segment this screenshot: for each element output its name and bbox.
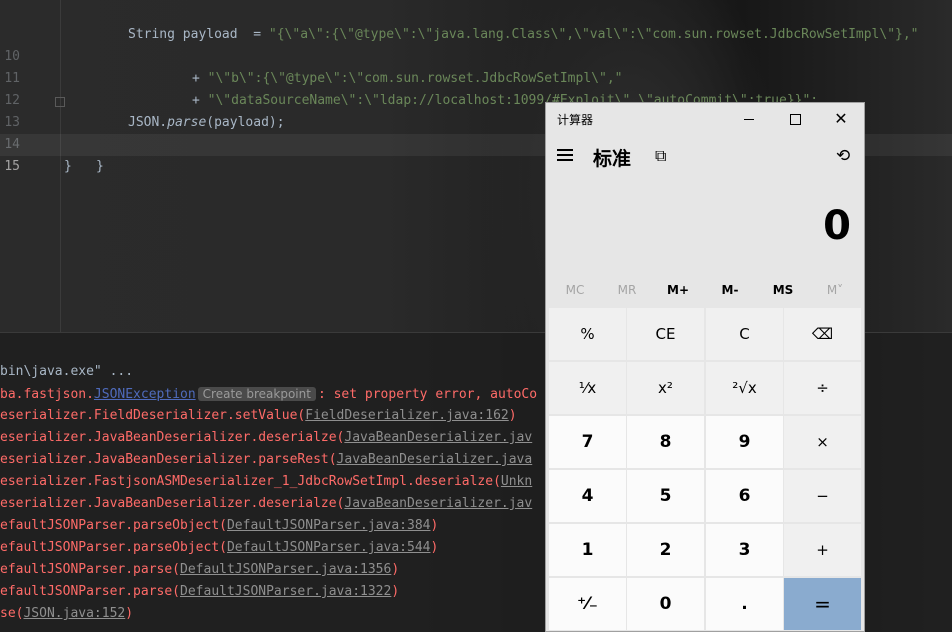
code-line[interactable]: 11 + "\"dataSourceName\":\"ldap://localh… <box>0 46 952 108</box>
clear-entry-button[interactable]: CE <box>627 308 704 360</box>
divide-button[interactable]: ÷ <box>784 362 861 414</box>
memory-subtract-button[interactable]: M- <box>704 279 756 301</box>
stack-frame: eserializer.JavaBeanDeserializer.parseRe… <box>0 449 532 471</box>
frame-link[interactable]: DefaultJSONParser.java:384 <box>227 518 431 533</box>
frame-link[interactable]: DefaultJSONParser.java:544 <box>227 540 431 555</box>
menu-icon[interactable] <box>557 149 573 163</box>
console-exception-line: ba.fastjson.JSONException Create breakpoi… <box>0 383 537 405</box>
digit-8-button[interactable]: 8 <box>627 416 704 468</box>
mode-title: 标准 <box>593 148 632 170</box>
code-text: } <box>64 159 72 174</box>
result-display: 0 <box>823 203 851 249</box>
frame-method: eserializer.FieldDeserializer.setValue( <box>0 408 306 423</box>
fold-icon[interactable] <box>55 97 65 107</box>
equals-button[interactable]: = <box>784 578 861 630</box>
calculator-window[interactable]: 计算器 ✕ 标准 ⧉ ⟲ 0 MC MR M+ M- MS M˅ % CE C … <box>545 102 865 632</box>
line-number: 15 <box>4 159 20 174</box>
memory-store-button[interactable]: MS <box>757 279 809 301</box>
stack-frame: efaultJSONParser.parse(DefaultJSONParser… <box>0 581 399 603</box>
stack-frame: efaultJSONParser.parseObject(DefaultJSON… <box>0 515 438 537</box>
digit-0-button[interactable]: 0 <box>627 578 704 630</box>
code-line[interactable]: 10 + "\"b\":{\"@type\":\"com.sun.rowset.… <box>0 24 952 86</box>
digit-6-button[interactable]: 6 <box>706 470 783 522</box>
memory-row: MC MR M+ M- MS M˅ <box>546 279 864 301</box>
percent-button[interactable]: % <box>549 308 626 360</box>
frame-method: eserializer.JavaBeanDeserializer.deseria… <box>0 496 345 511</box>
reciprocal-button[interactable]: ¹⁄x <box>549 362 626 414</box>
code-text: } <box>96 159 104 174</box>
negate-button[interactable]: ⁺⁄₋ <box>549 578 626 630</box>
frame-tail: ) <box>391 584 400 599</box>
history-icon[interactable]: ⟲ <box>836 146 850 166</box>
exception-prefix: ba.fastjson. <box>0 387 94 402</box>
frame-method: se( <box>0 606 24 621</box>
memory-recall-button: MR <box>617 283 637 297</box>
code-line[interactable]: 12 JSON.parse(payload); <box>0 68 952 130</box>
frame-method: efaultJSONParser.parseObject( <box>0 518 227 533</box>
frame-method: eserializer.FastjsonASMDeserializer_1_Jd… <box>0 474 501 489</box>
digit-2-button[interactable]: 2 <box>627 524 704 576</box>
memory-clear-button: MC <box>565 283 585 297</box>
memory-add-button[interactable]: M+ <box>652 279 704 301</box>
memory-list-button: M˅ <box>826 283 844 297</box>
stack-frame: se(JSON.java:152) <box>0 603 133 625</box>
window-title: 计算器 <box>557 113 594 127</box>
frame-link[interactable]: JSON.java:152 <box>23 606 125 621</box>
digit-7-button[interactable]: 7 <box>549 416 626 468</box>
create-breakpoint-button[interactable]: Create breakpoint <box>197 387 316 401</box>
multiply-button[interactable]: × <box>784 416 861 468</box>
frame-link[interactable]: JavaBeanDeserializer.jav <box>344 430 532 445</box>
digit-5-button[interactable]: 5 <box>627 470 704 522</box>
maximize-icon <box>789 113 801 125</box>
frame-tail: ) <box>391 562 400 577</box>
clear-button[interactable]: C <box>706 308 783 360</box>
exception-message: : set property error, autoCo <box>317 387 538 402</box>
keep-on-top-icon[interactable]: ⧉ <box>655 146 666 166</box>
frame-link[interactable]: JavaBeanDeserializer.jav <box>344 496 532 511</box>
title-bar[interactable]: 计算器 ✕ <box>546 103 864 135</box>
frame-link[interactable]: DefaultJSONParser.java:1356 <box>180 562 391 577</box>
calculator-header: 标准 ⧉ ⟲ <box>546 137 864 177</box>
close-button[interactable]: ✕ <box>818 103 864 135</box>
subtract-button[interactable]: − <box>784 470 861 522</box>
close-icon: ✕ <box>834 109 848 128</box>
digit-3-button[interactable]: 3 <box>706 524 783 576</box>
square-root-button[interactable]: ²√x <box>706 362 783 414</box>
digit-1-button[interactable]: 1 <box>549 524 626 576</box>
frame-method: efaultJSONParser.parse( <box>0 584 181 599</box>
minimize-button[interactable] <box>726 103 772 135</box>
console-command: bin\java.exe" ... <box>0 364 134 379</box>
stack-frame: efaultJSONParser.parse(DefaultJSONParser… <box>0 559 399 581</box>
frame-tail: ) <box>430 540 439 555</box>
stack-frame: eserializer.JavaBeanDeserializer.deseria… <box>0 493 532 515</box>
digit-4-button[interactable]: 4 <box>549 470 626 522</box>
stack-frame: eserializer.JavaBeanDeserializer.deseria… <box>0 427 532 449</box>
code-line[interactable]: String payload = "{\"a\":{\"@type\":\"ja… <box>0 2 952 42</box>
frame-tail: ) <box>430 518 439 533</box>
frame-method: eserializer.JavaBeanDeserializer.parseRe… <box>0 452 337 467</box>
frame-method: efaultJSONParser.parse( <box>0 562 181 577</box>
digit-9-button[interactable]: 9 <box>706 416 783 468</box>
maximize-button[interactable] <box>772 103 818 135</box>
frame-tail: ) <box>125 606 134 621</box>
add-button[interactable]: + <box>784 524 861 576</box>
stack-frame: efaultJSONParser.parseObject(DefaultJSON… <box>0 537 438 559</box>
frame-tail: ) <box>508 408 517 423</box>
frame-link[interactable]: JavaBeanDeserializer.java <box>337 452 533 467</box>
frame-method: eserializer.JavaBeanDeserializer.deseria… <box>0 430 345 445</box>
decimal-button[interactable]: . <box>706 578 783 630</box>
backspace-button[interactable]: ⌫ <box>784 308 861 360</box>
frame-link[interactable]: DefaultJSONParser.java:1322 <box>180 584 391 599</box>
frame-link[interactable]: FieldDeserializer.java:162 <box>305 408 509 423</box>
frame-link[interactable]: Unkn <box>501 474 532 489</box>
minimize-icon <box>744 118 754 120</box>
exception-link[interactable]: JSONException <box>94 387 196 402</box>
stack-frame: eserializer.FieldDeserializer.setValue(F… <box>0 405 517 427</box>
square-button[interactable]: x² <box>627 362 704 414</box>
frame-method: efaultJSONParser.parseObject( <box>0 540 227 555</box>
stack-frame: eserializer.FastjsonASMDeserializer_1_Jd… <box>0 471 532 493</box>
